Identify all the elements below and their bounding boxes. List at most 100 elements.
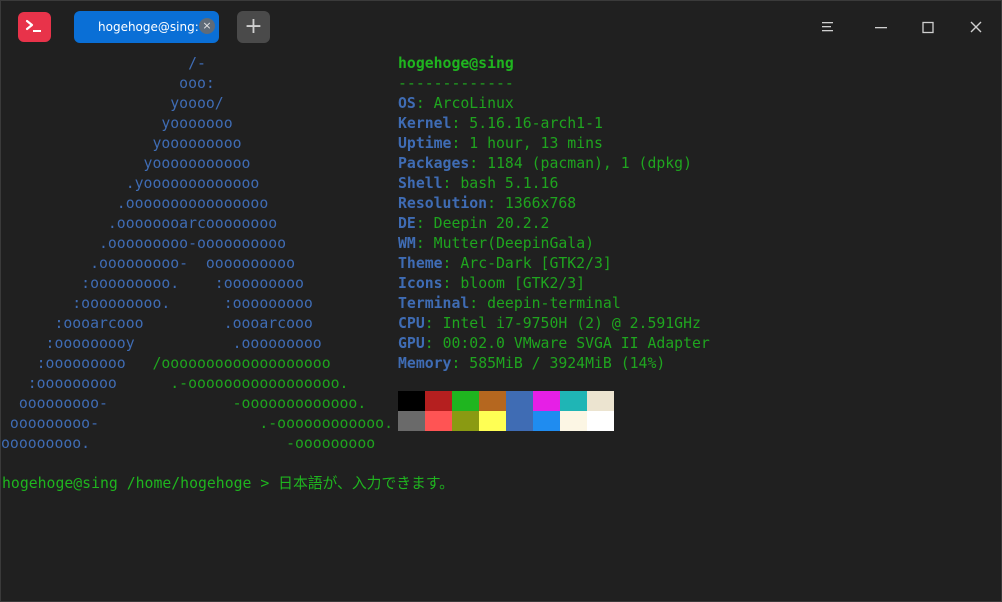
logo-line: :oooarcooo .oooarcooo [1, 315, 312, 332]
palette-swatch-row2-3 [479, 411, 506, 431]
info-value: bash 5.1.16 [460, 175, 559, 192]
info-separator: ------------- [398, 75, 514, 92]
logo-segment-blue: .oooooooooooooooo [1, 195, 269, 212]
info-value: deepin-terminal [487, 295, 621, 312]
info-colon: : [487, 195, 505, 212]
maximize-icon[interactable] [916, 15, 940, 39]
info-key: OS [398, 95, 416, 112]
info-key: Packages [398, 155, 470, 172]
info-row-wm: WM: Mutter(DeepinGala) [398, 235, 594, 252]
terminal-app-icon[interactable] [18, 12, 51, 42]
info-row-kernel: Kernel: 5.16.16-arch1-1 [398, 115, 603, 132]
logo-line: ooooooooo- -ooooooooooooo. [1, 395, 366, 412]
logo-segment-blue: .oooooooarcoooooooo [1, 215, 278, 232]
palette-swatch-row1-3 [479, 391, 506, 411]
info-row-icons: Icons: bloom [GTK2/3] [398, 275, 585, 292]
minimize-icon[interactable] [869, 15, 893, 39]
shell-prompt[interactable]: hogehoge@sing /home/hogehoge > 日本語が、入力でき… [2, 474, 454, 494]
tab-close-icon[interactable]: × [199, 18, 215, 34]
new-tab-button[interactable]: + [237, 11, 270, 43]
color-palette [398, 391, 614, 431]
logo-segment-blue: :ooooooooo [1, 375, 171, 392]
palette-swatch-row1-4 [506, 391, 533, 411]
tab-title: hogehoge@sing:~ [98, 20, 209, 34]
logo-line: /- [1, 55, 206, 72]
info-value: Intel i7-9750H (2) @ 2.591GHz [442, 315, 701, 332]
info-value: ArcoLinux [433, 95, 514, 112]
info-colon: : [442, 275, 461, 292]
palette-swatch-row2-1 [425, 411, 452, 431]
title-bar[interactable]: hogehoge@sing:~ × + [1, 1, 1001, 51]
palette-swatch-row2-5 [533, 411, 560, 431]
info-value: 1184 (pacman), 1 (dpkg) [487, 155, 693, 172]
logo-line: ooooooooo. -ooooooooo [1, 435, 375, 452]
logo-segment-blue: yooooooooooo [1, 155, 251, 172]
info-row-shell: Shell: bash 5.1.16 [398, 175, 558, 192]
logo-line: yooooooooo [1, 135, 242, 152]
logo-segment-blue: ooooooooo. [1, 435, 287, 452]
close-icon[interactable] [964, 15, 988, 39]
logo-segment-green: -ooooooooo [286, 435, 376, 452]
info-row-theme: Theme: Arc-Dark [GTK2/3] [398, 255, 612, 272]
logo-line: ooo: [1, 75, 215, 92]
logo-segment-blue: ooooooooo- [1, 395, 233, 412]
logo-segment-blue: yooooooooo [1, 135, 242, 152]
logo-segment-blue: .yooooooooooooo [1, 175, 260, 192]
tab-terminal-session[interactable]: hogehoge@sing:~ × [74, 11, 219, 43]
info-value: 1 hour, 13 mins [469, 135, 603, 152]
info-value: Deepin 20.2.2 [433, 215, 550, 232]
info-colon: : [415, 235, 434, 252]
logo-line: yooooooooooo [1, 155, 251, 172]
logo-segment-blue: :ooooooooo [1, 355, 153, 372]
info-key: Resolution [398, 195, 488, 212]
info-key: Terminal [398, 295, 470, 312]
logo-segment-blue: yooooooo [1, 115, 233, 132]
info-colon: : [442, 175, 461, 192]
info-value: bloom [GTK2/3] [460, 275, 586, 292]
terminal-window: hogehoge@sing:~ × + /- ooo: yoooo/ yoooo… [0, 0, 1002, 602]
logo-line: :ooooooooo /ooooooooooooooooooo [1, 355, 331, 372]
info-key: CPU [398, 315, 425, 332]
neofetch-info: hogehoge@sing ------------- OS: ArcoLinu… [398, 54, 710, 374]
info-colon: : [424, 315, 443, 332]
palette-swatch-row2-2 [452, 411, 479, 431]
logo-segment-green: -ooooooooooooo. [232, 395, 367, 412]
logo-segment-blue: :ooooooooy .ooooooooo [1, 335, 322, 352]
arcolinux-ascii-logo: /- ooo: yoooo/ yooooooo yooooooooo yoooo… [1, 54, 393, 454]
palette-swatch-row1-7 [587, 391, 614, 411]
info-colon: : [451, 135, 470, 152]
logo-segment-green: /ooooooooooooooooooo [152, 355, 331, 372]
palette-swatch-row2-4 [506, 411, 533, 431]
info-value: Arc-Dark [GTK2/3] [460, 255, 612, 272]
info-row-terminal: Terminal: deepin-terminal [398, 295, 621, 312]
info-row-uptime: Uptime: 1 hour, 13 mins [398, 135, 603, 152]
hamburger-menu-icon[interactable] [816, 15, 840, 39]
info-row-packages: Packages: 1184 (pacman), 1 (dpkg) [398, 155, 692, 172]
palette-swatch-row1-1 [425, 391, 452, 411]
logo-line: .ooooooooo-oooooooooo [1, 235, 286, 252]
logo-segment-blue: .ooooooooo- oooooooooo [1, 255, 295, 272]
logo-segment-blue: ooo: [1, 75, 215, 92]
info-row-cpu: CPU: Intel i7-9750H (2) @ 2.591GHz [398, 315, 701, 332]
logo-segment-green: .-oooooooooooo. [259, 415, 393, 432]
info-row-de: DE: Deepin 20.2.2 [398, 215, 549, 232]
info-colon: : [469, 155, 488, 172]
info-value: Mutter(DeepinGala) [433, 235, 595, 252]
info-colon: : [451, 115, 470, 132]
terminal-output[interactable]: /- ooo: yoooo/ yooooooo yooooooooo yoooo… [1, 53, 1001, 601]
palette-swatch-row1-0 [398, 391, 425, 411]
logo-line: yooooooo [1, 115, 233, 132]
info-colon: : [415, 95, 434, 112]
palette-swatch-row2-6 [560, 411, 587, 431]
info-value: 00:02.0 VMware SVGA II Adapter [442, 335, 710, 352]
logo-line: .oooooooooooooooo [1, 195, 268, 212]
logo-line: :ooooooooo. :ooooooooo [1, 295, 313, 312]
info-key: GPU [398, 335, 425, 352]
info-row-os: OS: ArcoLinux [398, 95, 514, 112]
info-value: 1366x768 [504, 195, 577, 212]
logo-segment-green: .-ooooooooooooooooo. [170, 375, 349, 392]
info-key: Kernel [398, 115, 452, 132]
info-key: WM [398, 235, 416, 252]
info-row-gpu: GPU: 00:02.0 VMware SVGA II Adapter [398, 335, 710, 352]
info-colon: : [424, 335, 443, 352]
